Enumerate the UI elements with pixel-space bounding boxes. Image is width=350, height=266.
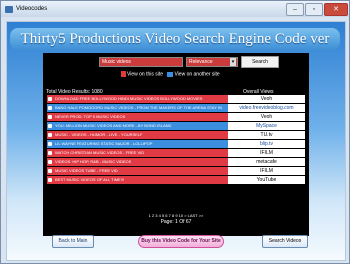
search-videos-button[interactable]: Search Videos bbox=[262, 235, 308, 248]
window-title: Videocodes bbox=[16, 6, 48, 12]
thumbnail-icon bbox=[48, 115, 52, 119]
video-source: YouTube bbox=[228, 176, 305, 184]
video-source: IFILM bbox=[228, 149, 305, 157]
thumbnail-icon bbox=[48, 178, 52, 182]
client-area: Thirty5 Productions Video Search Engine … bbox=[6, 21, 346, 261]
maximize-button[interactable]: ▫ bbox=[305, 2, 323, 16]
video-title[interactable]: BANG HALE POMODORO MUSIC VIDEOS - FROM T… bbox=[47, 104, 228, 118]
thumbnail-icon bbox=[48, 106, 52, 110]
video-title[interactable]: MUSIC VIDEOS TUBE - FREE VID bbox=[47, 167, 228, 175]
youtube-icon bbox=[121, 71, 126, 77]
thumbnail-icon bbox=[48, 151, 52, 155]
view-this-site-link[interactable]: View on this site bbox=[127, 71, 163, 77]
sort-select[interactable]: Relevance ▾ bbox=[186, 57, 238, 67]
video-title[interactable]: MUSIC - VIDEOS - HUMOR - LIVE - YOURSELF bbox=[47, 131, 228, 139]
thumbnail-icon bbox=[48, 133, 52, 137]
video-title[interactable]: DOWNLOAD FREE BOLLYWOOD HINDI MUSIC VIDE… bbox=[47, 95, 228, 103]
window-icon bbox=[167, 71, 174, 77]
video-title[interactable]: VIDEOS: HIP HOP, R&B - MUSIC VIDEOS bbox=[47, 158, 228, 166]
video-source: MySpace bbox=[228, 122, 305, 130]
video-source: IFILM bbox=[228, 167, 305, 175]
thumbnail-icon bbox=[48, 169, 52, 173]
app-window: Videocodes – ▫ ✕ Thirty5 Productions Vid… bbox=[0, 0, 350, 264]
table-row[interactable]: BANG HALE POMODORO MUSIC VIDEOS - FROM T… bbox=[47, 104, 305, 118]
video-source: metacafe bbox=[228, 158, 305, 166]
app-icon bbox=[5, 5, 13, 13]
table-row[interactable]: YOU: MILLION MUSIC VIDEOS AND MORE...BY … bbox=[47, 122, 305, 130]
results-list: DOWNLOAD FREE BOLLYWOOD HINDI MUSIC VIDE… bbox=[47, 95, 305, 185]
sort-select-value: Relevance bbox=[189, 59, 213, 65]
page-indicator: Page: 1 Of 67 bbox=[160, 219, 192, 225]
video-title[interactable]: NEVER PROD: TOP 5 MUSIC VIDEOS bbox=[47, 113, 228, 121]
table-row[interactable]: WATCH CHRISTIAN MUSIC VIDEOS - FREE VID I… bbox=[47, 149, 305, 157]
table-row[interactable]: LIL WAYNE FEATURING STATIC MAJOR - LOLLI… bbox=[47, 140, 305, 148]
table-row[interactable]: NEVER PROD: TOP 5 MUSIC VIDEOS Veoh bbox=[47, 113, 305, 121]
title-bar: Videocodes – ▫ ✕ bbox=[1, 1, 349, 17]
view-another-site-link[interactable]: View on another site bbox=[174, 71, 219, 77]
table-row[interactable]: MUSIC - VIDEOS - HUMOR - LIVE - YOURSELF… bbox=[47, 131, 305, 139]
minimize-button[interactable]: – bbox=[286, 2, 304, 16]
close-button[interactable]: ✕ bbox=[324, 2, 348, 16]
pagination[interactable]: 1 2 3 4 5 6 7 8 9 10 > LAST >> bbox=[43, 213, 309, 218]
video-source: blip.tv bbox=[228, 140, 305, 148]
video-source: Veoh bbox=[228, 113, 305, 121]
video-title[interactable]: BEST MUSIC VIDEOS OF ALL TIME!!! bbox=[47, 176, 228, 184]
search-input[interactable]: Music videos bbox=[99, 57, 183, 67]
video-title[interactable]: YOU: MILLION MUSIC VIDEOS AND MORE...BY … bbox=[47, 122, 228, 130]
video-source: video.freevideoblog.com bbox=[228, 104, 305, 112]
thumbnail-icon bbox=[48, 97, 52, 101]
video-source: Veoh bbox=[228, 95, 305, 103]
table-row[interactable]: BEST MUSIC VIDEOS OF ALL TIME!!! YouTube bbox=[47, 176, 305, 184]
thumbnail-icon bbox=[48, 160, 52, 164]
table-row[interactable]: VIDEOS: HIP HOP, R&B - MUSIC VIDEOS metac… bbox=[47, 158, 305, 166]
video-title[interactable]: WATCH CHRISTIAN MUSIC VIDEOS - FREE VID bbox=[47, 149, 228, 157]
buy-code-button[interactable]: Buy this Video Code for Your Site bbox=[138, 235, 224, 248]
table-row[interactable]: DOWNLOAD FREE BOLLYWOOD HINDI MUSIC VIDE… bbox=[47, 95, 305, 103]
table-row[interactable]: MUSIC VIDEOS TUBE - FREE VID IFILM bbox=[47, 167, 305, 175]
window-controls: – ▫ ✕ bbox=[286, 2, 349, 16]
video-title[interactable]: LIL WAYNE FEATURING STATIC MAJOR - LOLLI… bbox=[47, 140, 228, 148]
video-source: TU.tv bbox=[228, 131, 305, 139]
chevron-down-icon: ▾ bbox=[230, 58, 236, 66]
back-to-main-button[interactable]: Back to Main bbox=[52, 235, 94, 248]
thumbnail-icon bbox=[48, 142, 52, 146]
view-options: View on this site View on another site bbox=[121, 71, 220, 77]
page-title: Thirty5 Productions Video Search Engine … bbox=[10, 28, 340, 69]
thumbnail-icon bbox=[48, 124, 52, 128]
results-panel: Music videos Relevance ▾ Search View on … bbox=[43, 53, 309, 236]
search-button[interactable]: Search bbox=[241, 56, 279, 68]
